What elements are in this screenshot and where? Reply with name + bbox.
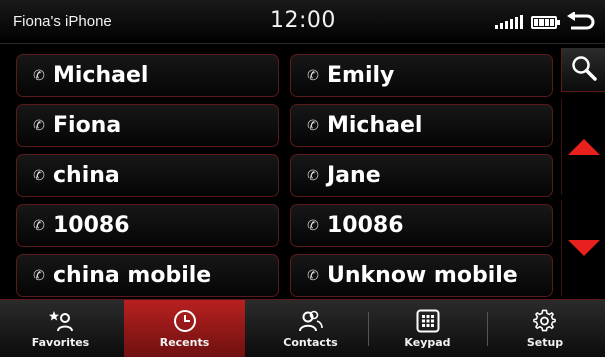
contact-button[interactable]: ✆ china mobile: [16, 254, 279, 297]
tab-keypad[interactable]: Keypad: [367, 300, 488, 357]
clock: 12:00: [270, 8, 336, 33]
keypad-icon: [416, 309, 440, 332]
tab-label: Recents: [159, 335, 210, 349]
clock-icon: [173, 309, 197, 332]
phone-icon: ✆: [307, 217, 319, 234]
tab-label: Keypad: [404, 335, 451, 349]
search-button[interactable]: [561, 48, 605, 92]
bottom-tab-bar: Favorites Recents Contacts Keypad Setup: [0, 299, 605, 357]
contact-button[interactable]: ✆ Michael: [16, 54, 279, 97]
contact-name: Jane: [327, 163, 381, 188]
tab-label: Favorites: [31, 335, 90, 349]
contact-button[interactable]: ✆ Emily: [290, 54, 553, 97]
device-name: Fiona's iPhone: [13, 13, 112, 30]
phone-icon: ✆: [307, 267, 319, 284]
phone-icon: ✆: [33, 167, 45, 184]
status-bar: Fiona's iPhone 12:00: [0, 0, 605, 44]
tab-setup[interactable]: Setup: [485, 300, 605, 357]
phone-icon: ✆: [33, 67, 45, 84]
contact-button[interactable]: ✆ 10086: [290, 204, 553, 247]
arrow-down-icon: [567, 240, 600, 256]
tab-recents[interactable]: Recents: [124, 300, 245, 357]
contact-name: china mobile: [53, 263, 212, 288]
phone-icon: ✆: [307, 117, 319, 134]
phone-icon: ✆: [33, 117, 45, 134]
contact-name: Fiona: [53, 113, 122, 138]
contact-button[interactable]: ✆ Jane: [290, 154, 553, 197]
phone-icon: ✆: [33, 217, 45, 234]
tab-contacts[interactable]: Contacts: [250, 300, 371, 357]
battery-icon: [531, 15, 560, 29]
back-icon[interactable]: [565, 11, 595, 32]
scroll-up-button[interactable]: [561, 99, 605, 195]
contact-name: 10086: [53, 213, 130, 238]
scroll-down-button[interactable]: [561, 200, 605, 296]
tab-label: Setup: [526, 335, 564, 349]
status-icons: [495, 11, 595, 32]
contact-name: Unknow mobile: [327, 263, 518, 288]
contact-name: Michael: [327, 113, 423, 138]
contact-button[interactable]: ✆ Fiona: [16, 104, 279, 147]
tab-favorites[interactable]: Favorites: [0, 300, 121, 357]
side-panel: [561, 44, 605, 299]
tab-label: Contacts: [283, 335, 338, 349]
gear-icon: [533, 309, 557, 332]
search-icon: [570, 54, 598, 86]
recent-calls-list: ✆ Michael ✆ Emily ✆ Fiona ✆ Michael ✆ ch…: [16, 54, 554, 298]
contact-name: china: [53, 163, 120, 188]
phone-icon: ✆: [307, 67, 319, 84]
contact-name: 10086: [327, 213, 404, 238]
arrow-up-icon: [567, 139, 600, 155]
contact-name: Emily: [327, 63, 395, 88]
contact-button[interactable]: ✆ 10086: [16, 204, 279, 247]
contact-button[interactable]: ✆ Michael: [290, 104, 553, 147]
people-icon: [298, 310, 324, 332]
contact-button[interactable]: ✆ china: [16, 154, 279, 197]
contact-name: Michael: [53, 63, 149, 88]
phone-icon: ✆: [33, 267, 45, 284]
phone-icon: ✆: [307, 167, 319, 184]
star-person-icon: [48, 310, 74, 332]
signal-strength-icon: [495, 15, 523, 29]
contact-button[interactable]: ✆ Unknow mobile: [290, 254, 553, 297]
